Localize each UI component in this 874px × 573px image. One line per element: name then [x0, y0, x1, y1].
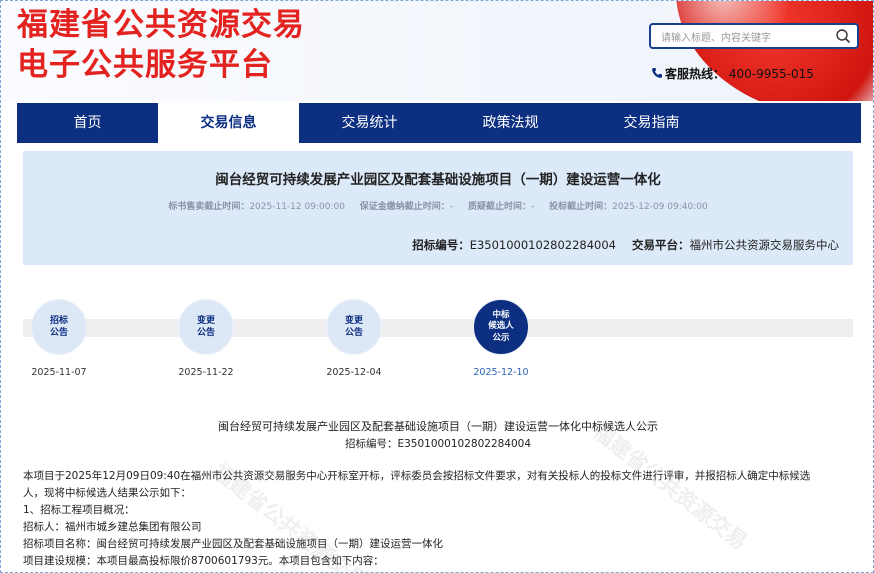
timeline-date: 2025-11-22: [178, 367, 234, 378]
nav-item-guide[interactable]: 交易指南: [581, 103, 722, 143]
site-logo-line1[interactable]: 福建省公共资源交易: [17, 7, 305, 43]
search-icon[interactable]: [835, 28, 851, 44]
project-deadlines: 标书售卖截止时间：2025-11-12 09:00:00 保证金缴纳截止时间：-…: [23, 199, 853, 212]
timeline-date: 2025-12-04: [326, 367, 382, 378]
timeline-step-candidate-notice[interactable]: 中标 候选人 公示: [473, 299, 529, 355]
nav-item-trade-stats[interactable]: 交易统计: [299, 103, 440, 143]
search-input[interactable]: 请输入标题、内容关键字: [661, 29, 771, 44]
deadline-label: 保证金缴纳截止时间：: [359, 202, 450, 212]
bid-no-label: 招标编号：: [412, 238, 470, 252]
search-box[interactable]: 请输入标题、内容关键字: [649, 23, 859, 49]
site-logo-line2[interactable]: 电子公共服务平台: [17, 47, 273, 83]
project-title: 闽台经贸可持续发展产业园区及配套基础设施项目（一期）建设运营一体化: [215, 172, 661, 188]
timeline-step-label: 中标 候选人 公示: [488, 309, 514, 343]
timeline-date: 2025-12-10: [473, 367, 529, 378]
notice-paragraph: 1、招标工程项目概况：: [23, 504, 135, 516]
project-meta: 招标编号：E3501000102802284004 交易平台：福州市公共资源交易服…: [412, 237, 839, 253]
timeline-step-tender-notice[interactable]: 招标 公告: [31, 299, 87, 355]
notice-paragraph: 本项目于2025年12月09日09:40在福州市公共资源交易服务中心开标室开标，…: [23, 470, 811, 482]
platform-label: 交易平台：: [632, 238, 690, 252]
site-header: 福建省公共资源交易 电子公共服务平台 请输入标题、内容关键字 客服热线： 400…: [1, 1, 873, 101]
timeline-step-label: 变更 公告: [196, 316, 215, 338]
project-info-panel: 闽台经贸可持续发展产业园区及配套基础设施项目（一期）建设运营一体化 标书售卖截止…: [23, 151, 853, 265]
hotline-number: 400-9955-015: [728, 67, 814, 81]
nav-item-policy[interactable]: 政策法规: [440, 103, 581, 143]
deadline-value: 2025-12-09 09:40:00: [612, 202, 708, 212]
hotline: 客服热线： 400-9955-015: [651, 65, 814, 82]
main-nav: 首页 交易信息 交易统计 政策法规 交易指南: [17, 103, 861, 143]
notice-paragraph: 招标项目名称：闽台经贸可持续发展产业园区及配套基础设施项目（一期）建设运营一体化: [23, 538, 443, 550]
deadline-label: 质疑截止时间：: [467, 202, 531, 212]
timeline-track: [23, 319, 853, 337]
nav-item-trade-info[interactable]: 交易信息: [158, 103, 299, 143]
phone-icon: [651, 67, 663, 79]
timeline-date: 2025-11-07: [31, 367, 87, 378]
timeline-step-label: 招标 公告: [49, 316, 68, 338]
deadline-value: -: [530, 202, 535, 212]
timeline-step-change-notice-2[interactable]: 变更 公告: [326, 299, 382, 355]
platform-value: 福州市公共资源交易服务中心: [689, 238, 840, 252]
deadline-value: 2025-11-12 09:00:00: [249, 202, 345, 212]
notice-paragraph: 项目建设规模：本项目最高投标限价8700601793元。本项目包含如下内容：: [23, 555, 384, 567]
deadline-value: -: [449, 202, 454, 212]
timeline-step-change-notice-1[interactable]: 变更 公告: [178, 299, 234, 355]
notice-paragraph: 人，现将中标候选人结果公示如下：: [23, 487, 191, 499]
deadline-label: 投标截止时间：: [549, 202, 613, 212]
page-frame: 福建省公共资源交易 电子公共服务平台 请输入标题、内容关键字 客服热线： 400…: [0, 0, 874, 573]
bid-no-value: E3501000102802284004: [469, 238, 616, 252]
deadline-label: 标书售卖截止时间：: [168, 202, 250, 212]
notice-title: 闽台经贸可持续发展产业园区及配套基础设施项目（一期）建设运营一体化中标候选人公示: [218, 420, 658, 433]
timeline-step-label: 变更 公告: [344, 316, 363, 338]
notice-paragraph: 招标人：福州市城乡建总集团有限公司: [23, 521, 202, 533]
nav-item-home[interactable]: 首页: [17, 103, 158, 143]
notice-bid-no: 招标编号：E3501000102802284004: [344, 438, 532, 450]
hotline-label: 客服热线：: [665, 67, 726, 81]
